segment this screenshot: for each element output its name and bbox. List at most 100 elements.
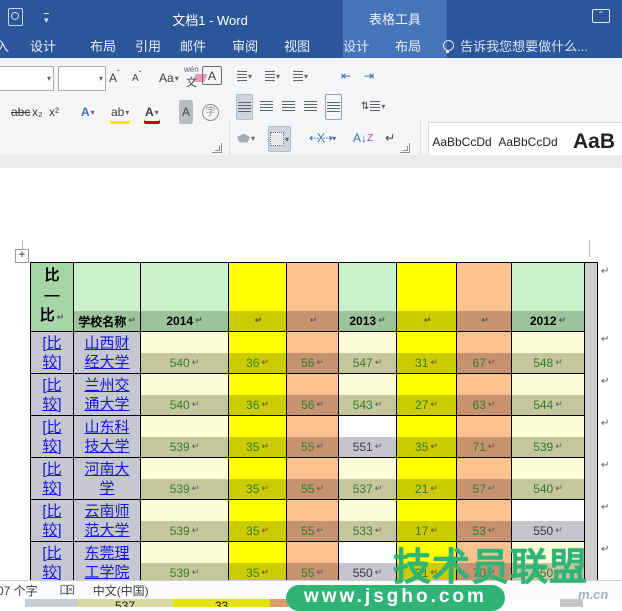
change-case-button[interactable]: Aa▾ bbox=[158, 66, 180, 90]
table-cell-value[interactable]: 35↵ bbox=[229, 458, 286, 499]
asian-layout-button[interactable]: ⇠X⇢▾ bbox=[308, 126, 337, 150]
table-cell-value[interactable]: 67↵ bbox=[457, 332, 511, 373]
header-cell[interactable]: 2012↵ bbox=[512, 263, 584, 331]
align-left-button[interactable] bbox=[236, 94, 253, 120]
table-cell-value[interactable]: 56↵ bbox=[287, 332, 338, 373]
compare-link[interactable]: [比较] bbox=[31, 458, 73, 499]
distribute-button[interactable] bbox=[325, 94, 342, 120]
superscript-button[interactable]: x² bbox=[48, 100, 60, 124]
multilevel-list-button[interactable]: ▾ bbox=[292, 64, 309, 88]
table-cell-value[interactable]: 550↵ bbox=[512, 500, 584, 541]
header-cell[interactable]: ↵ bbox=[397, 263, 456, 331]
line-spacing-button[interactable]: ⇅▾ bbox=[360, 94, 386, 118]
table-cell-value[interactable]: 35↵ bbox=[229, 416, 286, 457]
table-corner-cell[interactable]: 比—比↵ bbox=[31, 263, 73, 331]
align-center-button[interactable] bbox=[259, 94, 274, 118]
shrink-font-button[interactable]: Aˇ bbox=[131, 66, 142, 90]
font-dialog-launcher-icon[interactable] bbox=[212, 143, 222, 153]
table-cell-value[interactable]: 36↵ bbox=[229, 332, 286, 373]
table-cell-value[interactable]: 539↵ bbox=[141, 458, 228, 499]
table-cell-value[interactable]: 55↵ bbox=[287, 500, 338, 541]
compare-link[interactable]: [比较] bbox=[31, 332, 73, 373]
tell-me-box[interactable]: 告诉我您想要做什么... bbox=[443, 36, 588, 55]
table-cell-value[interactable]: 36↵ bbox=[229, 374, 286, 415]
shading-button[interactable]: ▾ bbox=[236, 126, 256, 150]
chevron-down-icon[interactable]: ▾ bbox=[47, 74, 51, 83]
table-cell-value[interactable]: 31↵ bbox=[397, 332, 456, 373]
table-cell-value[interactable]: 540↵ bbox=[141, 332, 228, 373]
table-cell-value[interactable]: 55↵ bbox=[287, 458, 338, 499]
header-school-cell[interactable]: 学校名称↵ bbox=[74, 263, 140, 331]
compare-link[interactable]: [比较] bbox=[31, 416, 73, 457]
tab-review[interactable]: 审阅 bbox=[232, 36, 258, 55]
tab-table-design[interactable]: 设计 bbox=[343, 36, 369, 55]
decrease-indent-button[interactable]: ⇤ bbox=[340, 64, 352, 88]
table-cell-value[interactable]: 547↵ bbox=[339, 332, 396, 373]
compare-link[interactable]: [比较] bbox=[31, 542, 73, 583]
text-effects-button[interactable]: A▾ bbox=[80, 100, 96, 124]
table-cell-value[interactable]: 21↵ bbox=[397, 458, 456, 499]
tab-table-layout[interactable]: 布局 bbox=[395, 36, 421, 55]
header-cell[interactable]: 2014↵ bbox=[141, 263, 228, 331]
table-cell-value[interactable]: 35↵ bbox=[229, 542, 286, 583]
table-cell-value[interactable]: 55↵ bbox=[287, 416, 338, 457]
subscript-button[interactable]: x₂ bbox=[31, 100, 44, 124]
tab-references[interactable]: 引用 bbox=[135, 36, 161, 55]
table-cell-value[interactable]: 17↵ bbox=[397, 500, 456, 541]
header-cell[interactable]: ↵ bbox=[229, 263, 286, 331]
paragraph-dialog-launcher-icon[interactable] bbox=[400, 143, 410, 153]
table-cell-value[interactable]: 55↵ bbox=[287, 542, 338, 583]
table-cell-value[interactable]: 53↵ bbox=[457, 500, 511, 541]
tab-mailings[interactable]: 邮件 bbox=[180, 36, 206, 55]
enclose-characters-button[interactable]: 字 bbox=[201, 100, 220, 124]
header-cell[interactable]: 2013↵ bbox=[339, 263, 396, 331]
character-border-button[interactable]: A bbox=[202, 66, 222, 85]
table-cell-value[interactable]: 27↵ bbox=[397, 374, 456, 415]
font-name-combo[interactable]: ▾ bbox=[0, 66, 54, 91]
bullets-button[interactable]: ▾ bbox=[236, 64, 253, 88]
tab-view[interactable]: 视图 bbox=[284, 36, 310, 55]
align-right-button[interactable] bbox=[281, 94, 296, 118]
table-cell-value[interactable]: 539↵ bbox=[512, 416, 584, 457]
tab-partial-insert[interactable]: 入 bbox=[0, 36, 9, 55]
table-cell-value[interactable]: 539↵ bbox=[141, 500, 228, 541]
table-cell-value[interactable]: 537↵ bbox=[339, 458, 396, 499]
font-size-combo[interactable]: ▾ bbox=[58, 66, 106, 91]
compare-link[interactable]: [比较] bbox=[31, 374, 73, 415]
school-name-link[interactable]: 山东科技大学 bbox=[74, 416, 140, 457]
table-cell-value[interactable]: 540↵ bbox=[141, 374, 228, 415]
table-cell-value[interactable]: 543↵ bbox=[339, 374, 396, 415]
text-highlight-button[interactable]: ab▾ bbox=[110, 100, 130, 124]
sort-button[interactable]: A↓Z bbox=[352, 126, 374, 150]
table-cell-value[interactable]: 56↵ bbox=[287, 374, 338, 415]
strikethrough-button[interactable]: abc bbox=[10, 100, 31, 124]
tab-layout[interactable]: 布局 bbox=[90, 36, 116, 55]
school-name-link[interactable]: 云南师范大学 bbox=[74, 500, 140, 541]
school-name-link[interactable]: 山西财经大学 bbox=[74, 332, 140, 373]
table-cell-value[interactable]: 540↵ bbox=[512, 458, 584, 499]
quick-access-dropdown-icon[interactable]: ▾ bbox=[44, 13, 49, 26]
word-count[interactable]: 07 个字 bbox=[0, 582, 38, 599]
increase-indent-button[interactable]: ⇥ bbox=[363, 64, 375, 88]
chevron-down-icon[interactable]: ▾ bbox=[99, 74, 103, 83]
table-cell-value[interactable]: 63↵ bbox=[457, 374, 511, 415]
numbering-button[interactable]: ▾ bbox=[264, 64, 281, 88]
table-cell-value[interactable]: 550↵ bbox=[339, 542, 396, 583]
phonetic-guide-button[interactable]: wén 文 bbox=[183, 62, 200, 92]
table-move-handle[interactable]: + bbox=[15, 249, 29, 263]
table-cell-value[interactable]: 544↵ bbox=[512, 374, 584, 415]
proofing-icon[interactable] bbox=[60, 584, 75, 596]
header-cell[interactable]: ↵ bbox=[457, 263, 511, 331]
school-name-link[interactable]: 东莞理工学院 bbox=[74, 542, 140, 583]
compare-link[interactable]: [比较] bbox=[31, 500, 73, 541]
table-cell-value[interactable]: 551↵ bbox=[339, 416, 396, 457]
table-cell-value[interactable]: 35↵ bbox=[229, 500, 286, 541]
character-shading-button[interactable]: A bbox=[179, 100, 193, 124]
justify-button[interactable] bbox=[303, 94, 318, 118]
table-cell-value[interactable]: 57↵ bbox=[457, 458, 511, 499]
tab-design[interactable]: 设计 bbox=[30, 36, 56, 55]
table-cell-value[interactable]: 548↵ bbox=[512, 332, 584, 373]
table-cell-value[interactable]: 71↵ bbox=[457, 416, 511, 457]
school-name-link[interactable]: 河南大学 bbox=[74, 458, 140, 499]
table-cell-value[interactable]: 539↵ bbox=[141, 542, 228, 583]
